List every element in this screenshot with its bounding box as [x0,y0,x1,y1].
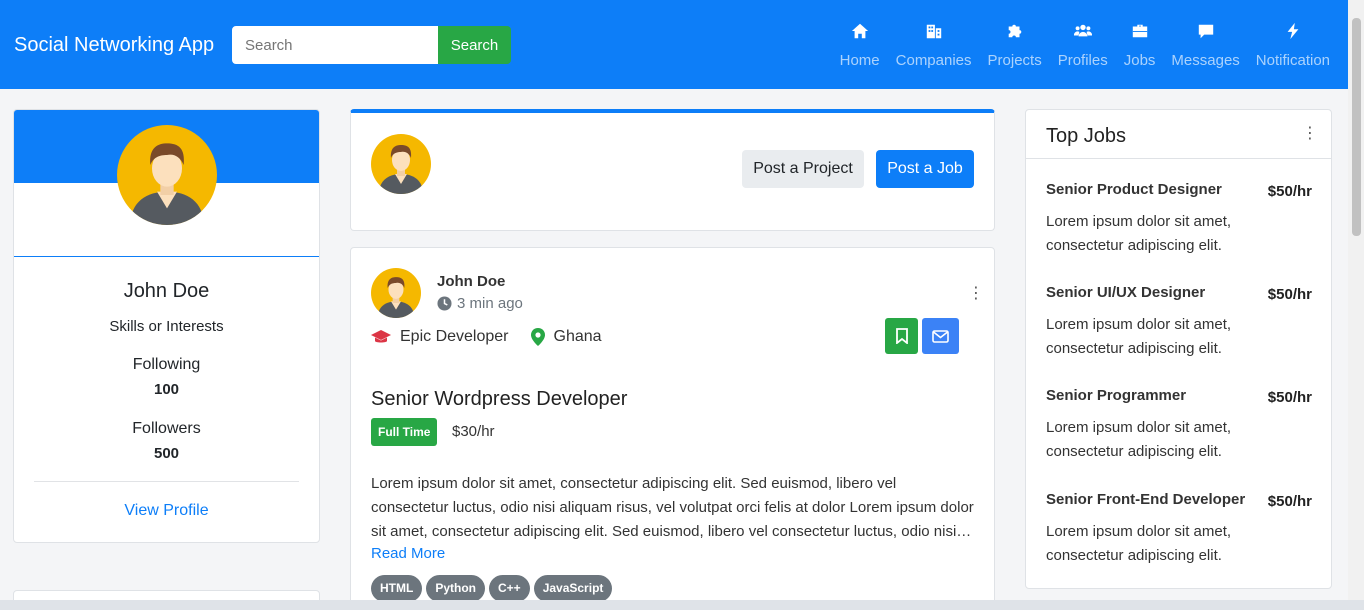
skill-tag[interactable]: HTML [371,575,423,602]
skill-tag[interactable]: Python [426,575,485,602]
bolt-icon [1287,22,1299,40]
top-navbar: Social Networking App Search Home Compan… [0,0,1348,89]
top-job-desc: Lorem ipsum dolor sit amet, consectetur … [1046,316,1232,357]
divider [14,256,319,257]
nav-item-label: Notification [1255,52,1330,69]
post-author[interactable]: John Doe [437,273,505,290]
following-count: 100 [153,381,180,398]
followers-count: 500 [153,445,180,462]
job-post-card: John Doe 3 min ago ⋮ Epic Developer Ghan… [350,247,995,610]
profile-subtitle: Skills or Interests [109,318,224,335]
location-pin-icon [530,328,545,346]
envelope-icon [932,329,949,343]
top-jobs-title: Top Jobs [1046,125,1127,147]
nav-item-messages[interactable]: Messages [1171,22,1240,69]
post-meta: Epic Developer Ghana [371,328,602,346]
job-type-badge: Full Time [371,418,438,446]
nav-item-profiles[interactable]: Profiles [1058,22,1108,69]
top-job-rate: $50/hr [1267,183,1312,200]
post-project-button[interactable]: Post a Project [742,150,864,188]
nav-item-label: Home [839,52,880,69]
post-role: Epic Developer [400,328,509,345]
avatar [117,125,217,225]
top-job-rate: $50/hr [1267,286,1312,303]
job-rate: $30/hr [452,423,495,440]
nav-item-label: Jobs [1123,52,1156,69]
top-job-rate: $50/hr [1267,389,1312,406]
post-job-button[interactable]: Post a Job [876,150,974,188]
nav-item-home[interactable]: Home [840,22,880,69]
top-jobs-card: Top Jobs ⋮ Senior Product Designer $50/h… [1025,109,1332,589]
profile-name: John Doe [123,280,210,302]
bookmark-icon [895,328,908,344]
skill-tag[interactable]: JavaScript [533,575,613,602]
post-options-icon[interactable]: ⋮ [968,286,984,302]
top-job-title: Senior Front-End Developer [1046,491,1246,508]
page-scrollbar[interactable] [1348,0,1364,610]
search-input[interactable] [232,26,439,64]
graduation-cap-icon [371,330,391,343]
followers-label: Followers [132,420,201,437]
view-profile-link[interactable]: View Profile [14,502,319,520]
bookmark-button[interactable] [885,318,918,354]
profile-card: John Doe Skills or Interests Following 1… [13,109,320,543]
top-job-desc: Lorem ipsum dolor sit amet, consectetur … [1046,213,1232,254]
top-job-title: Senior Product Designer [1046,181,1222,198]
avatar [371,134,431,194]
nav-item-label: Messages [1171,52,1240,69]
top-job-desc: Lorem ipsum dolor sit amet, consectetur … [1046,523,1232,564]
top-job-desc: Lorem ipsum dolor sit amet, consectetur … [1046,419,1232,460]
app-brand[interactable]: Social Networking App [14,34,214,57]
top-job-rate: $50/hr [1267,493,1312,510]
top-jobs-header: Top Jobs ⋮ [1026,110,1331,159]
briefcase-icon [1132,24,1147,38]
post-location: Ghana [553,328,602,345]
nav-item-companies[interactable]: Companies [896,22,972,69]
nav-item-jobs[interactable]: Jobs [1123,22,1156,69]
top-job-title: Senior Programmer [1046,387,1187,404]
building-icon [926,24,941,39]
nav-item-label: Companies [895,52,972,69]
read-more-link[interactable]: Read More [371,545,445,562]
scrollbar-thumb[interactable] [1352,18,1361,236]
taskbar [0,600,1364,610]
post-time: 3 min ago [437,295,523,312]
nav-item-projects[interactable]: Projects [988,22,1042,69]
clock-icon [437,296,452,311]
following-label: Following [132,356,201,373]
home-icon [851,23,868,39]
top-jobs-options-icon[interactable]: ⋮ [1302,126,1318,142]
nav-item-label: Projects [987,52,1042,69]
divider [34,481,299,482]
search-button[interactable]: Search [438,26,511,64]
nav-menu: Home Companies Projects Profiles Jobs Me… [840,22,1330,69]
message-button[interactable] [922,318,959,354]
avatar [371,268,421,318]
nav-item-label: Profiles [1057,52,1108,69]
message-icon [1198,24,1213,39]
puzzle-icon [1008,24,1021,38]
skill-tags: HTML Python C++ JavaScript [371,575,613,602]
top-job-title: Senior UI/UX Designer [1046,284,1206,301]
users-icon [1073,24,1092,37]
skill-tag[interactable]: C++ [489,575,530,602]
post-composer-card: Post a Project Post a Job [350,109,995,231]
job-title[interactable]: Senior Wordpress Developer [371,388,627,411]
post-time-text: 3 min ago [457,295,523,312]
job-description: Lorem ipsum dolor sit amet, consectetur … [371,475,974,540]
nav-item-notification[interactable]: Notification [1256,22,1330,69]
